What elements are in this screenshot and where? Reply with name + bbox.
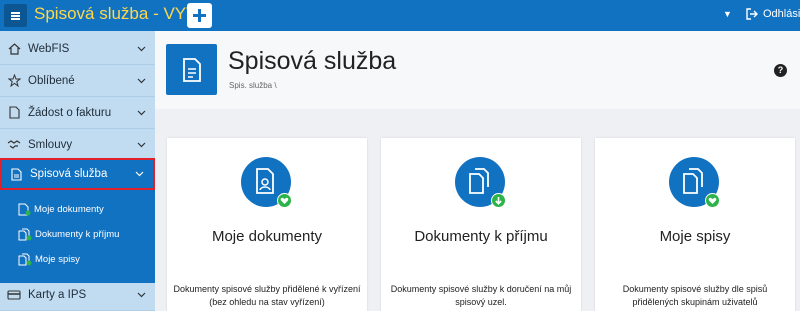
card-badge bbox=[277, 193, 292, 208]
top-bar: Spisová služba - VYV ▼ Odhlásit bbox=[0, 0, 800, 31]
card-title: Moje dokumenty bbox=[211, 228, 323, 245]
card-description: Dokumenty spisové služby přidělené k vyř… bbox=[173, 284, 361, 307]
page-title: Spisová služba bbox=[228, 47, 397, 75]
submenu-spisova-sluzba: Moje dokumenty Dokumenty k příjmu Moje s… bbox=[0, 190, 155, 283]
document-icon bbox=[10, 167, 22, 181]
sidebar-item-label: Žádost o fakturu bbox=[28, 106, 112, 119]
documents-icon bbox=[18, 253, 32, 266]
card-description: Dokumenty spisové služby dle spisů přidě… bbox=[622, 284, 768, 307]
sidebar-subitem-label: Moje spisy bbox=[35, 254, 80, 265]
card-icon bbox=[7, 289, 21, 300]
menu-toggle-button[interactable] bbox=[4, 4, 27, 27]
arrow-down-icon bbox=[492, 194, 505, 207]
logout-button[interactable]: Odhlásit bbox=[746, 8, 800, 20]
chevron-down-icon bbox=[137, 46, 146, 51]
menu-icon bbox=[11, 12, 20, 14]
sidebar: WebFIS Oblíbené Žádost o fakturu Smlouvy… bbox=[0, 31, 155, 311]
logout-icon bbox=[746, 8, 758, 20]
document-user-icon bbox=[18, 203, 31, 216]
sidebar-item-spisova-sluzba[interactable]: Spisová služba bbox=[0, 158, 155, 190]
help-button[interactable]: ? bbox=[774, 64, 787, 77]
heart-icon bbox=[278, 194, 291, 207]
sidebar-item-webfis[interactable]: WebFIS bbox=[0, 33, 155, 65]
sidebar-subitem-dokumenty-k-prijmu[interactable]: Dokumenty k příjmu bbox=[18, 228, 119, 241]
page-icon bbox=[166, 44, 217, 95]
breadcrumb[interactable]: Spis. služba \ bbox=[229, 81, 277, 90]
card-moje-spisy[interactable]: Moje spisy Dokumenty spisové služby dle … bbox=[595, 138, 795, 311]
chevron-down-icon bbox=[137, 142, 146, 147]
home-icon bbox=[8, 42, 20, 55]
document-icon bbox=[8, 106, 20, 119]
menu-icon-line bbox=[11, 15, 20, 17]
handshake-icon bbox=[7, 139, 21, 149]
card-badge bbox=[705, 193, 720, 208]
card-icon-circle bbox=[241, 157, 292, 208]
add-button[interactable] bbox=[187, 3, 212, 28]
sidebar-item-karty-a-ips[interactable]: Karty a IPS bbox=[0, 279, 155, 311]
sidebar-item-label: Karty a IPS bbox=[28, 288, 87, 301]
menu-icon-line bbox=[11, 18, 20, 20]
sidebar-item-label: WebFIS bbox=[28, 42, 70, 55]
document-icon bbox=[182, 57, 201, 82]
card-dokumenty-k-prijmu[interactable]: Dokumenty k příjmu Dokumenty spisové slu… bbox=[381, 138, 581, 311]
page-header: Spisová služba Spis. služba \ ? bbox=[155, 31, 800, 109]
heart-icon bbox=[706, 194, 719, 207]
card-title: Dokumenty k příjmu bbox=[414, 228, 548, 245]
documents-icon bbox=[683, 168, 703, 194]
sidebar-item-label: Spisová služba bbox=[30, 168, 108, 180]
documents-icon bbox=[18, 228, 32, 241]
sidebar-subitem-moje-spisy[interactable]: Moje spisy bbox=[18, 253, 80, 266]
chevron-down-icon bbox=[137, 292, 146, 297]
card-title: Moje spisy bbox=[659, 228, 731, 245]
chevron-down-icon bbox=[135, 171, 144, 177]
chevron-down-icon bbox=[137, 110, 146, 115]
sidebar-item-zadost-o-fakturu[interactable]: Žádost o fakturu bbox=[0, 97, 155, 129]
sidebar-subitem-label: Moje dokumenty bbox=[34, 204, 104, 215]
user-dropdown-icon[interactable]: ▼ bbox=[723, 9, 732, 19]
sidebar-subitem-moje-dokumenty[interactable]: Moje dokumenty bbox=[18, 203, 104, 216]
card-badge bbox=[491, 193, 506, 208]
logout-label: Odhlásit bbox=[763, 8, 800, 20]
card-icon-circle bbox=[455, 157, 506, 208]
chevron-down-icon bbox=[137, 78, 146, 83]
card-description: Dokumenty spisové služby k doručení na m… bbox=[390, 284, 572, 307]
sidebar-subitem-label: Dokumenty k příjmu bbox=[35, 229, 120, 240]
sidebar-item-smlouvy[interactable]: Smlouvy bbox=[0, 129, 155, 161]
documents-icon bbox=[469, 168, 489, 194]
sidebar-item-label: Oblíbené bbox=[28, 74, 75, 87]
card-moje-dokumenty[interactable]: Moje dokumenty Dokumenty spisové služby … bbox=[167, 138, 367, 311]
sidebar-item-oblibene[interactable]: Oblíbené bbox=[0, 65, 155, 97]
card-icon-circle bbox=[669, 157, 720, 208]
document-user-icon bbox=[256, 168, 274, 194]
sidebar-item-label: Smlouvy bbox=[28, 138, 73, 151]
star-icon bbox=[7, 74, 21, 87]
app-title: Spisová služba - VYV bbox=[34, 4, 198, 23]
